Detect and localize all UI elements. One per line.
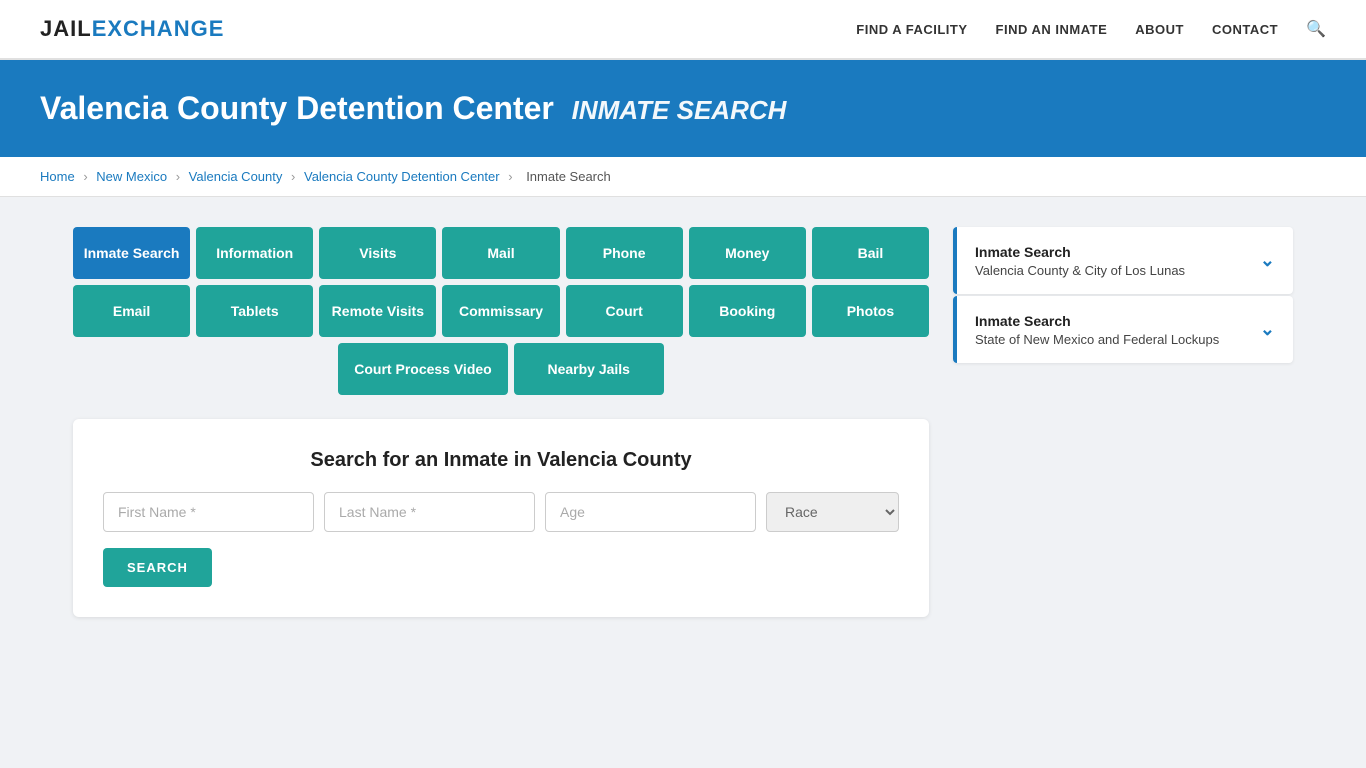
tab-information[interactable]: Information	[196, 227, 313, 279]
tab-court-process-video[interactable]: Court Process Video	[338, 343, 507, 395]
breadcrumb-home[interactable]: Home	[40, 169, 75, 184]
first-name-input[interactable]	[103, 492, 314, 532]
breadcrumb-valencia-county[interactable]: Valencia County	[189, 169, 283, 184]
tab-mail[interactable]: Mail	[442, 227, 559, 279]
main-content: Inmate Search Information Visits Mail Ph…	[33, 197, 1333, 647]
search-form-container: Search for an Inmate in Valencia County …	[73, 419, 929, 617]
main-nav: FIND A FACILITY FIND AN INMATE ABOUT CON…	[856, 19, 1326, 39]
age-input[interactable]	[545, 492, 756, 532]
search-icon[interactable]: 🔍	[1306, 19, 1326, 39]
sidebar-card-2-subtitle: State of New Mexico and Federal Lockups	[975, 332, 1219, 347]
tab-booking[interactable]: Booking	[689, 285, 806, 337]
right-sidebar: Inmate Search Valencia County & City of …	[953, 227, 1293, 365]
page-title: Valencia County Detention Center INMATE …	[40, 90, 1326, 127]
search-form-row: Race White Black Hispanic Asian Other	[103, 492, 899, 532]
tab-row-1: Inmate Search Information Visits Mail Ph…	[73, 227, 929, 279]
sidebar-card-1-title: Inmate Search	[975, 243, 1185, 261]
last-name-input[interactable]	[324, 492, 535, 532]
chevron-down-icon: ⌄	[1260, 250, 1275, 271]
sidebar-card-1-subtitle: Valencia County & City of Los Lunas	[975, 263, 1185, 278]
site-logo[interactable]: JAILEXCHANGE	[40, 16, 224, 42]
sidebar-card-1-header[interactable]: Inmate Search Valencia County & City of …	[953, 227, 1293, 294]
nav-about[interactable]: ABOUT	[1135, 22, 1184, 37]
tab-court[interactable]: Court	[566, 285, 683, 337]
hero-banner: Valencia County Detention Center INMATE …	[0, 60, 1366, 157]
breadcrumb-detention-center[interactable]: Valencia County Detention Center	[304, 169, 500, 184]
tab-remote-visits[interactable]: Remote Visits	[319, 285, 436, 337]
sidebar-card-1: Inmate Search Valencia County & City of …	[953, 227, 1293, 294]
race-select[interactable]: Race White Black Hispanic Asian Other	[766, 492, 899, 532]
tab-row-3: Court Process Video Nearby Jails	[73, 343, 929, 395]
tab-email[interactable]: Email	[73, 285, 190, 337]
left-section: Inmate Search Information Visits Mail Ph…	[73, 227, 929, 617]
nav-contact[interactable]: CONTACT	[1212, 22, 1278, 37]
tab-bail[interactable]: Bail	[812, 227, 929, 279]
tab-row-2: Email Tablets Remote Visits Commissary C…	[73, 285, 929, 337]
tab-phone[interactable]: Phone	[566, 227, 683, 279]
logo-jail: JAIL	[40, 16, 92, 41]
breadcrumb-current: Inmate Search	[526, 169, 611, 184]
sidebar-card-2-title: Inmate Search	[975, 312, 1219, 330]
tab-nearby-jails[interactable]: Nearby Jails	[514, 343, 664, 395]
tab-commissary[interactable]: Commissary	[442, 285, 559, 337]
chevron-down-icon-2: ⌄	[1260, 319, 1275, 340]
tab-money[interactable]: Money	[689, 227, 806, 279]
tab-inmate-search[interactable]: Inmate Search	[73, 227, 190, 279]
sidebar-card-2: Inmate Search State of New Mexico and Fe…	[953, 296, 1293, 363]
nav-find-facility[interactable]: FIND A FACILITY	[856, 22, 967, 37]
breadcrumb: Home › New Mexico › Valencia County › Va…	[0, 157, 1366, 197]
tab-visits[interactable]: Visits	[319, 227, 436, 279]
tab-photos[interactable]: Photos	[812, 285, 929, 337]
tab-tablets[interactable]: Tablets	[196, 285, 313, 337]
sidebar-card-2-header[interactable]: Inmate Search State of New Mexico and Fe…	[953, 296, 1293, 363]
site-header: JAILEXCHANGE FIND A FACILITY FIND AN INM…	[0, 0, 1366, 60]
search-button[interactable]: SEARCH	[103, 548, 212, 587]
breadcrumb-new-mexico[interactable]: New Mexico	[96, 169, 167, 184]
logo-exchange: EXCHANGE	[92, 16, 225, 41]
nav-find-inmate[interactable]: FIND AN INMATE	[996, 22, 1108, 37]
search-form-title: Search for an Inmate in Valencia County	[103, 449, 899, 472]
